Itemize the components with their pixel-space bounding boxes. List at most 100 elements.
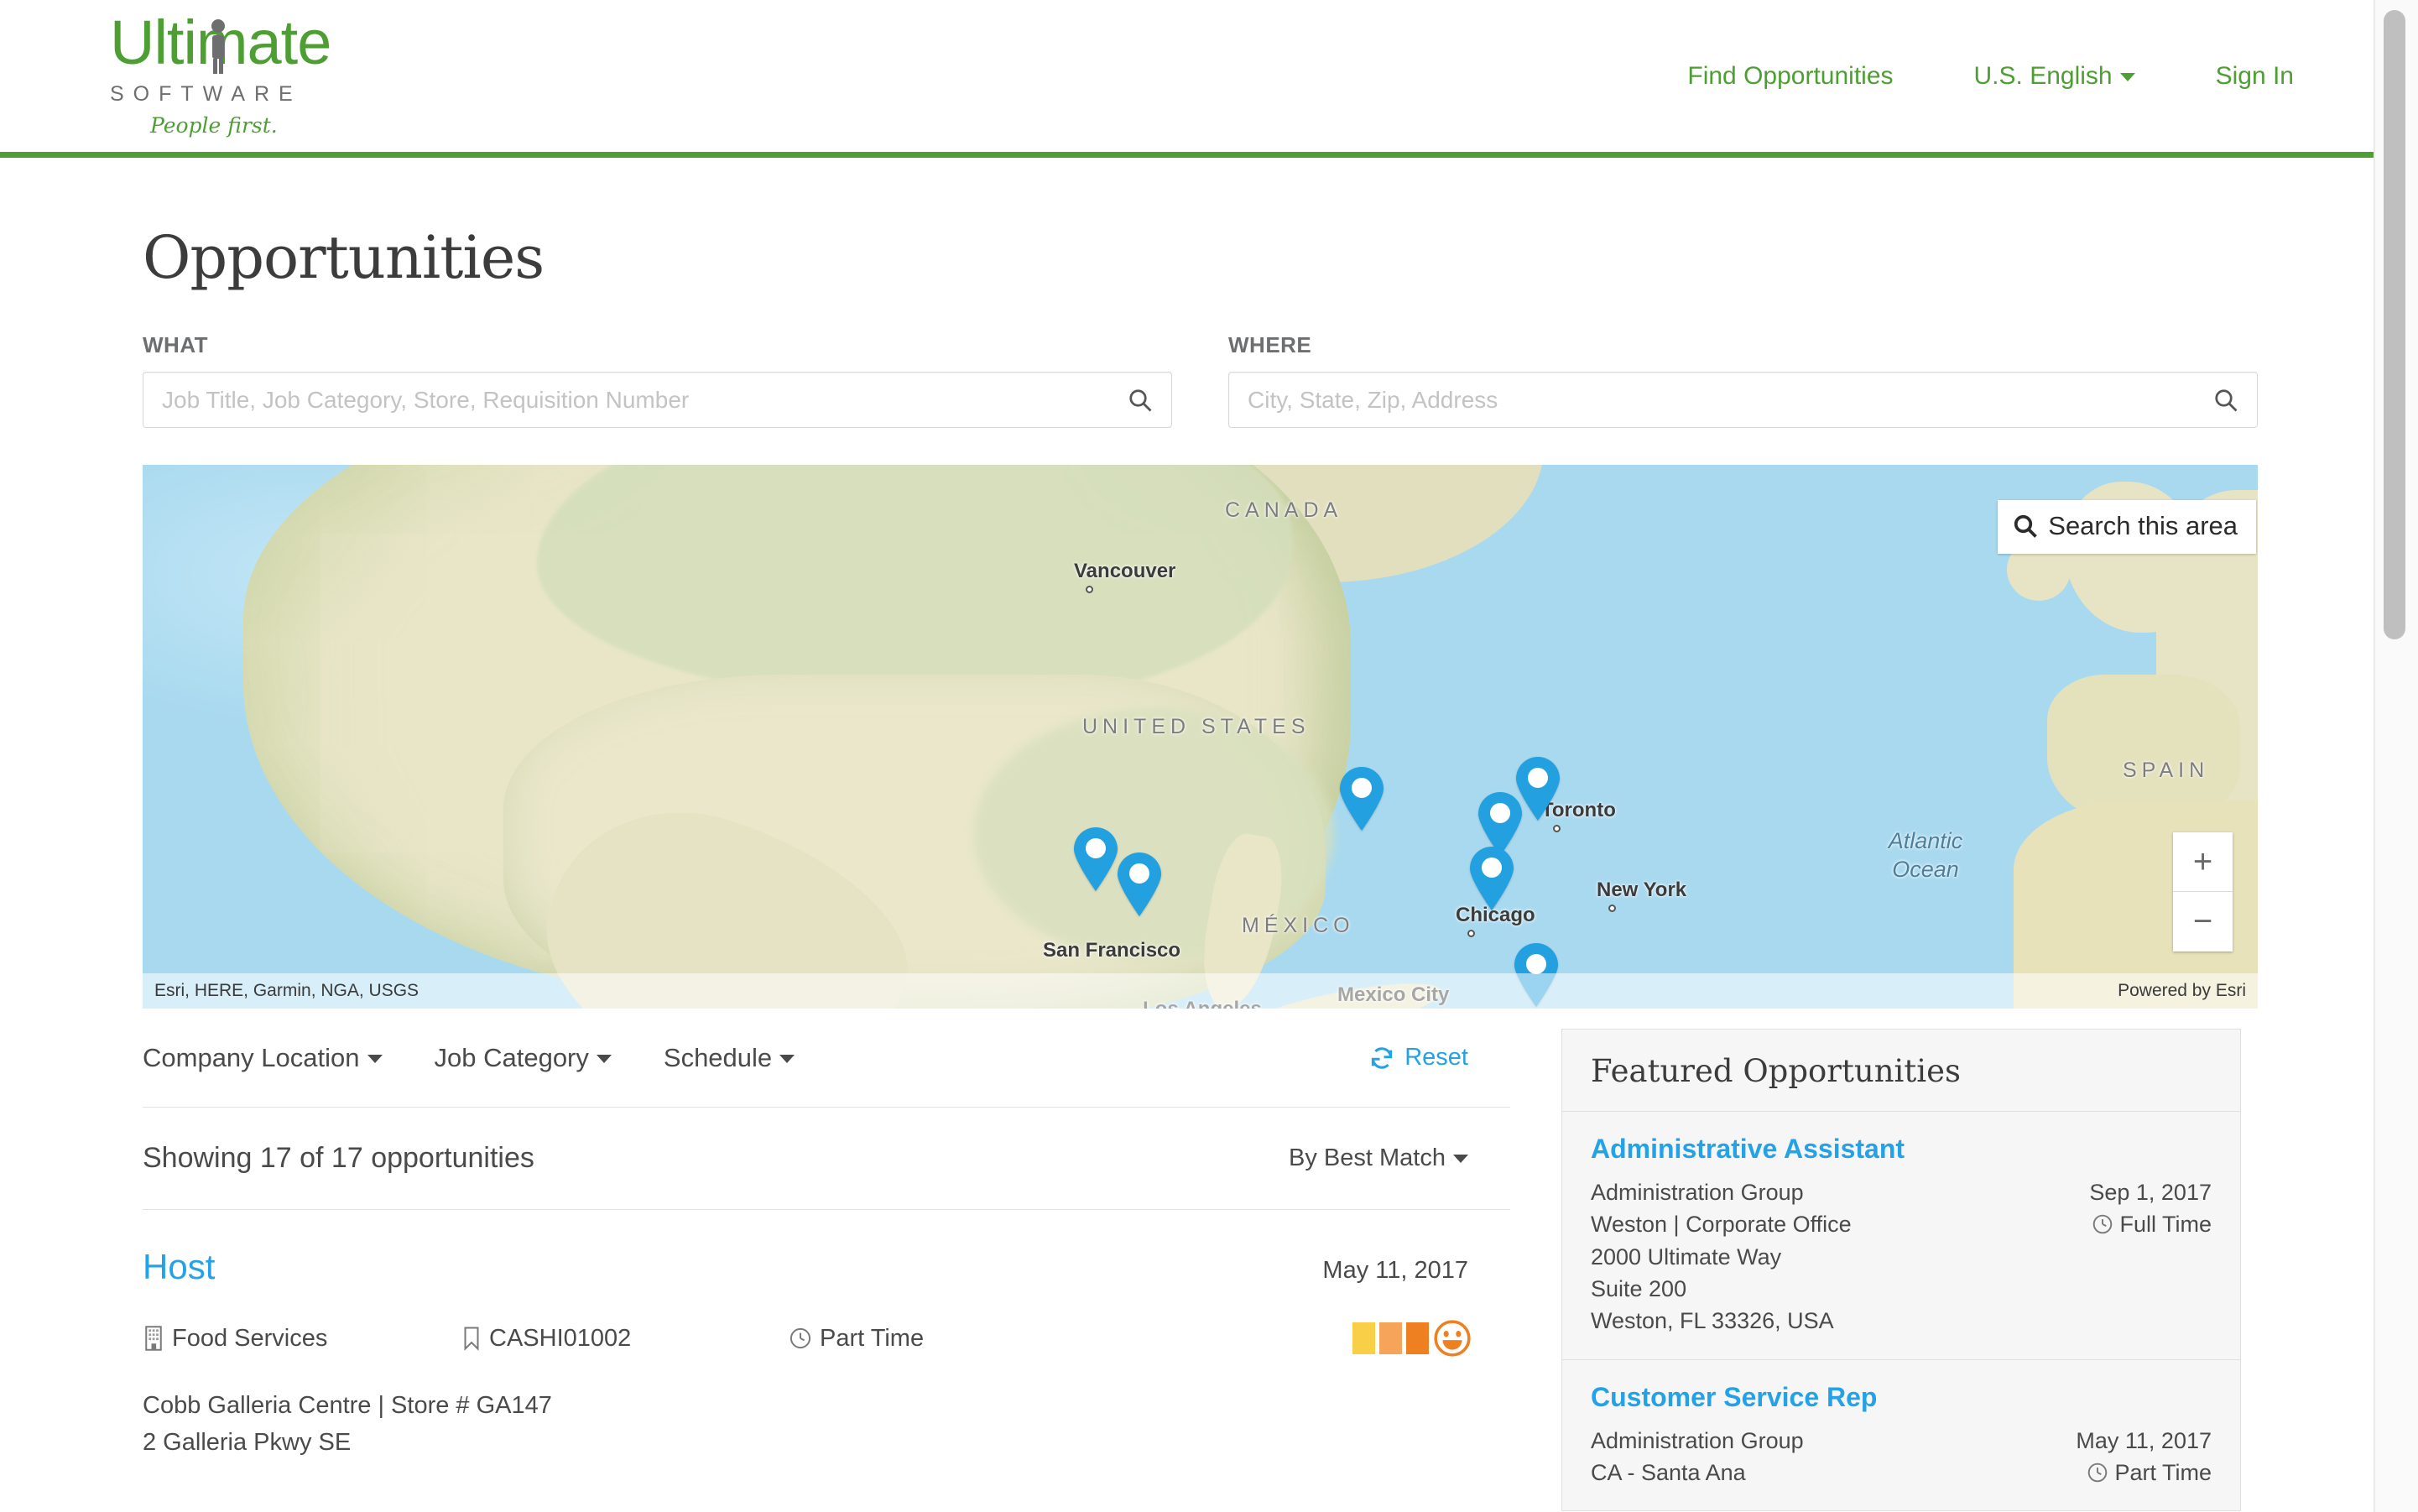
scrollbar-thumb[interactable]: [2384, 10, 2405, 639]
filter-job-category[interactable]: Job Category: [435, 1043, 612, 1073]
map-pin-atlanta[interactable]: [1468, 847, 1515, 910]
job-schedule: Part Time: [789, 1325, 924, 1353]
reset-label: Reset: [1404, 1044, 1468, 1071]
page-root: Ultimate SOFTWARE People first. Find Opp…: [0, 0, 2418, 1512]
nav-find-opportunities-label: Find Opportunities: [1687, 61, 1894, 90]
featured-item-body: Administration Group Weston | Corporate …: [1591, 1176, 2212, 1337]
map-pin-san-francisco[interactable]: [1072, 827, 1119, 891]
job-address-line2: 2 Galleria Pkwy SE: [143, 1428, 352, 1456]
featured-item: Customer Service Rep Administration Grou…: [1562, 1358, 2240, 1511]
featured-item-address3: Weston, FL 33326, USA: [1591, 1308, 1834, 1334]
featured-item: Administrative Assistant Administration …: [1562, 1111, 2240, 1359]
reset-filters-button[interactable]: Reset: [1369, 1044, 1468, 1071]
map-attribution-right[interactable]: Powered by Esri: [2118, 981, 2246, 1001]
job-requisition: CASHI01002: [461, 1325, 789, 1353]
job-requisition-label: CASHI01002: [489, 1324, 632, 1352]
map-land-southeast: [973, 708, 1334, 960]
page-title: Opportunities: [143, 223, 545, 292]
where-field-group: WHERE: [1228, 332, 2258, 428]
nav-language[interactable]: U.S. English: [1934, 62, 2176, 91]
featured-item-details: Administration Group CA - Santa Ana: [1591, 1425, 1804, 1489]
job-header-row: Host May 11, 2017: [143, 1247, 1510, 1287]
rating-bar-3: [1406, 1322, 1429, 1354]
job-category: Food Services: [143, 1325, 461, 1353]
featured-item-side: Sep 1, 2017 Full Time: [2089, 1176, 2212, 1241]
chevron-down-icon: [2119, 72, 2135, 81]
nav-sign-in[interactable]: Sign In: [2176, 62, 2334, 91]
logo-wordmark: Ultimate: [110, 12, 387, 79]
what-input-wrap[interactable]: [143, 372, 1172, 428]
filter-job-category-label: Job Category: [434, 1042, 589, 1072]
where-label: WHERE: [1228, 332, 1312, 357]
opportunities-map[interactable]: CANADA UNITED STATES MÉXICO UNITED KINGD…: [143, 465, 2258, 1009]
search-this-area-button[interactable]: Search this area: [1998, 500, 2256, 554]
featured-column: Featured Opportunities Administrative As…: [1561, 1009, 2241, 1512]
featured-item-address2: Suite 200: [1591, 1275, 1687, 1301]
map-zoom-out-button[interactable]: −: [2173, 892, 2233, 952]
filter-company-location[interactable]: Company Location: [143, 1043, 383, 1073]
featured-item-location: Weston | Corporate Office: [1591, 1212, 1852, 1238]
search-input-what[interactable]: [143, 373, 1171, 427]
chevron-down-icon: [1453, 1155, 1468, 1164]
featured-item-schedule-label: Full Time: [2119, 1212, 2212, 1238]
chevron-down-icon: [596, 1055, 612, 1064]
person-icon: [211, 19, 225, 74]
job-posted-date: May 11, 2017: [1322, 1257, 1468, 1284]
site-header: Ultimate SOFTWARE People first. Find Opp…: [0, 0, 2418, 158]
clock-icon: [2093, 1215, 2113, 1234]
featured-item-date: Sep 1, 2017: [2089, 1180, 2212, 1205]
filter-schedule-label: Schedule: [663, 1042, 773, 1072]
ultimate-software-logo[interactable]: Ultimate SOFTWARE People first.: [110, 12, 387, 150]
sort-label: By Best Match: [1289, 1144, 1446, 1171]
featured-panel-title: Featured Opportunities: [1591, 1053, 1961, 1089]
clock-icon: [789, 1327, 811, 1349]
refresh-icon: [1372, 1046, 1393, 1069]
job-title-link[interactable]: Host: [143, 1247, 215, 1287]
search-input-where[interactable]: [1229, 373, 2257, 427]
logo-tagline: People first.: [150, 113, 278, 138]
nav-find-opportunities[interactable]: Find Opportunities: [1647, 62, 1933, 91]
map-attribution: Esri, HERE, Garmin, NGA, USGS Powered by…: [143, 973, 2258, 1009]
where-input-wrap[interactable]: [1228, 372, 2258, 428]
featured-item-group: Administration Group: [1591, 1427, 1804, 1453]
featured-item-details: Administration Group Weston | Corporate …: [1591, 1176, 1852, 1337]
main-navigation: Find Opportunities U.S. English Sign In: [1647, 0, 2334, 152]
job-result-item: Host May 11, 2017 Food Services CASHI010…: [143, 1210, 1510, 1461]
search-icon: [2014, 514, 2038, 538]
featured-item-schedule-label: Part Time: [2114, 1459, 2212, 1485]
search-this-area-label: Search this area: [2048, 511, 2238, 540]
filter-company-location-label: Company Location: [143, 1042, 360, 1072]
search-icon: [2215, 388, 2238, 411]
filter-schedule[interactable]: Schedule: [664, 1043, 795, 1073]
rating-bar-2: [1379, 1322, 1402, 1354]
map-zoom-controls: + −: [2173, 832, 2233, 952]
filter-bar: Company Location Job Category Schedule R…: [143, 1009, 1510, 1108]
featured-item-title-link[interactable]: Customer Service Rep: [1591, 1382, 2212, 1413]
featured-item-schedule: Part Time: [2076, 1457, 2212, 1489]
featured-item-schedule: Full Time: [2089, 1208, 2212, 1240]
job-address-line1: Cobb Galleria Centre | Store # GA147: [143, 1392, 552, 1419]
nav-language-label: U.S. English: [1973, 61, 2113, 90]
featured-item-body: Administration Group CA - Santa Ana May …: [1591, 1425, 2212, 1489]
sort-dropdown[interactable]: By Best Match: [1289, 1144, 1468, 1172]
featured-item-title-link[interactable]: Administrative Assistant: [1591, 1134, 2212, 1165]
smiley-icon: [1434, 1320, 1471, 1357]
featured-item-date: May 11, 2017: [2076, 1427, 2212, 1453]
featured-item-side: May 11, 2017 Part Time: [2076, 1425, 2212, 1489]
results-count: Showing 17 of 17 opportunities: [143, 1142, 534, 1174]
results-header: Showing 17 of 17 opportunities By Best M…: [143, 1108, 1510, 1210]
map-pin-los-angeles[interactable]: [1116, 852, 1163, 916]
search-form: WHAT WHERE: [143, 332, 2258, 428]
what-label: WHAT: [143, 332, 209, 357]
page-scrollbar[interactable]: [2374, 0, 2418, 1512]
featured-item-location: CA - Santa Ana: [1591, 1459, 1746, 1485]
job-rating: [1352, 1319, 1472, 1358]
map-attribution-left: Esri, HERE, Garmin, NGA, USGS: [154, 981, 420, 1000]
map-pin-minnesota[interactable]: [1338, 767, 1385, 831]
logo-subtitle: SOFTWARE: [110, 82, 302, 106]
nav-sign-in-label: Sign In: [2215, 61, 2294, 90]
clock-icon: [2088, 1462, 2108, 1483]
job-schedule-label: Part Time: [820, 1324, 925, 1352]
map-zoom-in-button[interactable]: +: [2173, 832, 2233, 892]
job-address: Cobb Galleria Centre | Store # GA147 2 G…: [143, 1388, 1510, 1461]
